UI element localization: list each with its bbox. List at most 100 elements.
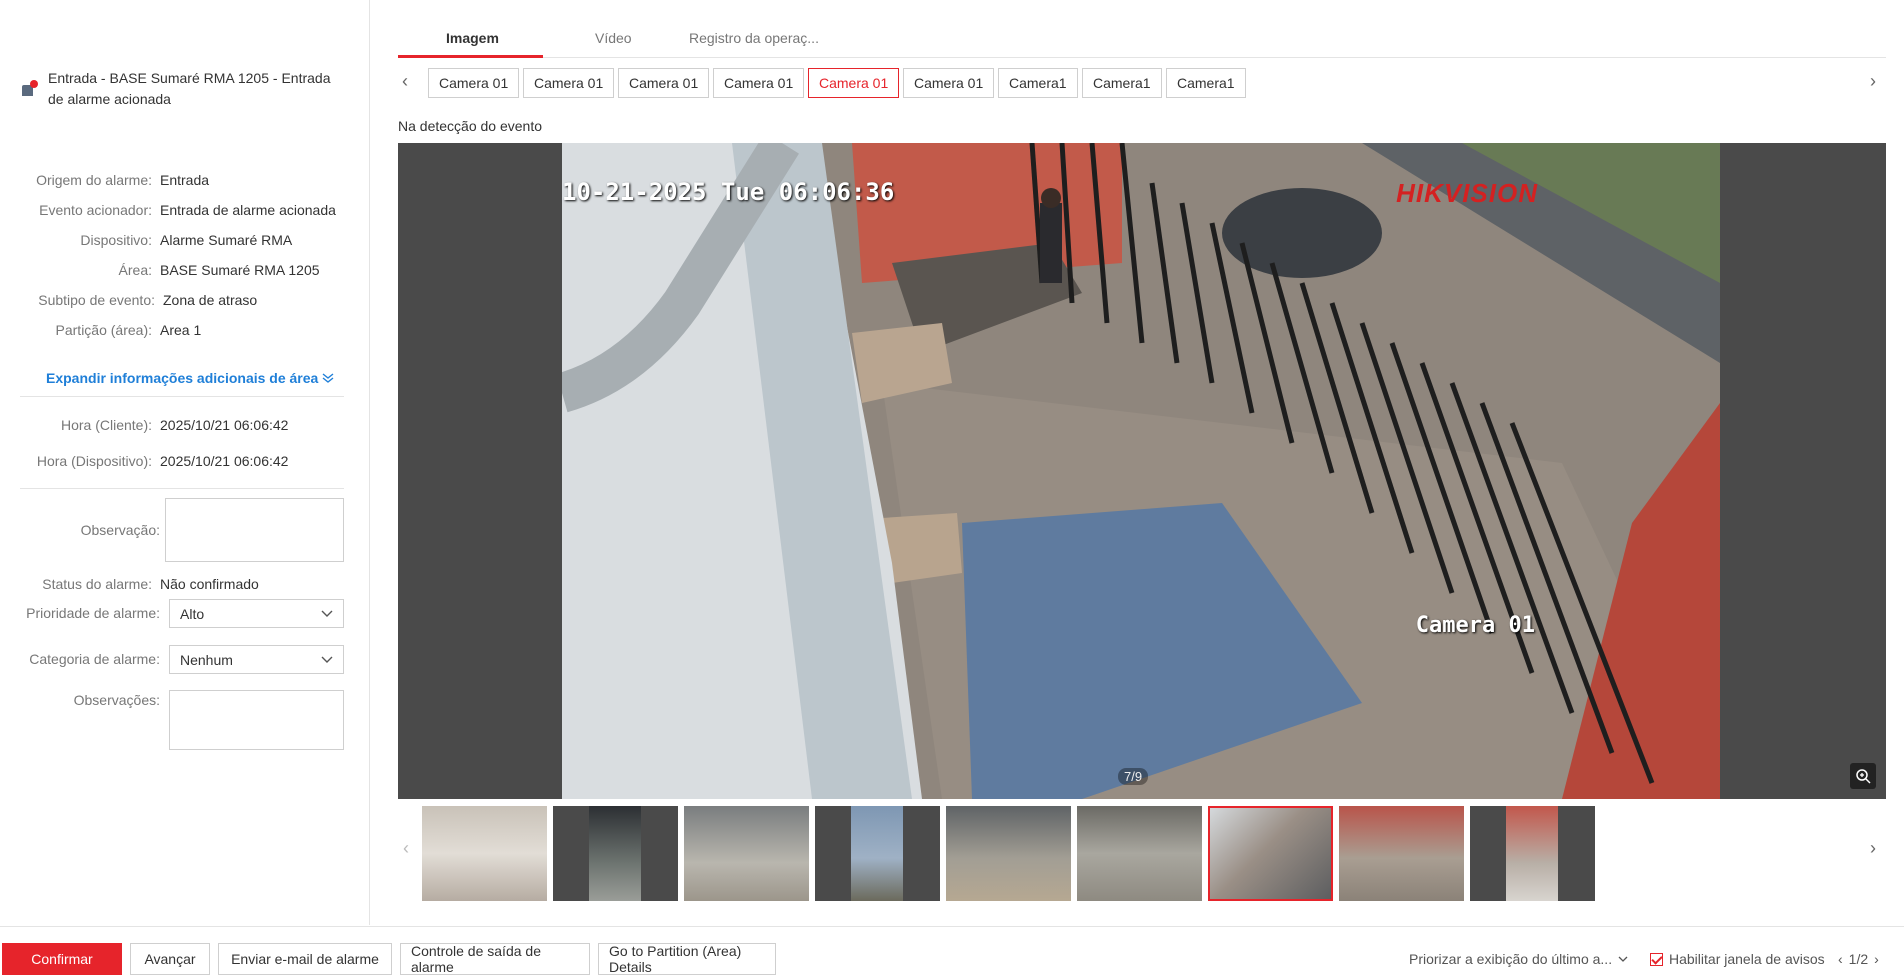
device-value: Alarme Sumaré RMA <box>160 232 293 248</box>
footer-toolbar: Confirmar Avançar Enviar e-mail de alarm… <box>0 926 1904 980</box>
divider <box>20 488 344 489</box>
subtype-row: Subtipo de evento: Zona de atraso <box>0 289 370 311</box>
client-time-value: 2025/10/21 06:06:42 <box>160 417 289 433</box>
page-indicator: 1/2 <box>1848 951 1869 967</box>
subtype-value: Zona de atraso <box>163 292 258 308</box>
tab-operation-log[interactable]: Registro da operaç... <box>689 30 819 46</box>
remarks-label: Observações: <box>73 692 160 708</box>
expand-area-info-label: Expandir informações adicionais de área <box>46 370 319 386</box>
origin-value: Entrada <box>160 172 210 188</box>
zoom-in-button[interactable] <box>1850 763 1876 789</box>
camera-button[interactable]: Camera1 <box>1082 68 1162 98</box>
osd-brand-logo: HIKVISION <box>1396 178 1538 208</box>
chevron-right-icon[interactable]: › <box>1874 951 1879 967</box>
snapshot-scene <box>562 143 1720 799</box>
observation-label: Observação: <box>80 522 160 538</box>
alarm-details-panel: Entrada - BASE Sumaré RMA 1205 - Entrada… <box>0 0 370 925</box>
status-row: Status do alarme: Não confirmado <box>0 573 370 595</box>
camera-button[interactable]: Camera1 <box>1166 68 1246 98</box>
alarm-input-icon <box>20 80 38 98</box>
alarm-title: Entrada - BASE Sumaré RMA 1205 - Entrada… <box>20 68 340 110</box>
partition-details-button[interactable]: Go to Partition (Area) Details <box>598 943 776 975</box>
client-time-row: Hora (Cliente): 2025/10/21 06:06:42 <box>0 414 370 436</box>
alarm-output-button[interactable]: Controle de saída de alarme <box>400 943 590 975</box>
device-time-row: Hora (Dispositivo): 2025/10/21 06:06:42 <box>0 450 370 472</box>
trigger-row: Evento acionador: Entrada de alarme acio… <box>0 199 370 221</box>
chevron-left-icon[interactable]: ‹ <box>403 838 409 859</box>
camera-button[interactable]: Camera1 <box>998 68 1078 98</box>
status-label: Status do alarme: <box>42 576 152 592</box>
subtype-label: Subtipo de evento: <box>38 292 155 308</box>
thumbnail-active[interactable] <box>1208 806 1333 901</box>
thumbnail[interactable] <box>1339 806 1464 901</box>
status-value: Não confirmado <box>160 576 259 592</box>
thumbnail[interactable] <box>553 806 678 901</box>
thumbnail[interactable] <box>815 806 940 901</box>
send-email-button[interactable]: Enviar e-mail de alarme <box>218 943 392 975</box>
client-time-label: Hora (Cliente): <box>60 417 152 433</box>
event-snapshot: 10-21-2025 Tue 06:06:36 HIKVISION Camera… <box>562 143 1720 799</box>
origin-row: Origem do alarme: Entrada <box>0 169 370 191</box>
thumbnail[interactable] <box>1470 806 1595 901</box>
camera-button-active[interactable]: Camera 01 <box>808 68 900 98</box>
remarks-field[interactable] <box>169 690 344 750</box>
tab-image[interactable]: Imagem <box>446 30 499 46</box>
detection-label: Na detecção do evento <box>398 118 542 134</box>
area-label: Área: <box>118 262 152 278</box>
thumbnail[interactable] <box>946 806 1071 901</box>
osd-camera-name: Camera 01 <box>1415 613 1535 638</box>
thumbnail[interactable] <box>422 806 547 901</box>
priority-select[interactable]: Alto <box>169 599 344 628</box>
pagination: ‹ 1/2 › <box>1838 951 1879 967</box>
trigger-label: Evento acionador: <box>39 202 152 218</box>
forward-button[interactable]: Avançar <box>130 943 210 975</box>
camera-selector: ‹ Camera 01 Camera 01 Camera 01 Camera 0… <box>398 68 1886 98</box>
prioritize-label: Priorizar a exibição do último a... <box>1409 951 1613 967</box>
priority-label: Prioridade de alarme: <box>26 605 160 621</box>
partition-label: Partição (área): <box>55 322 152 338</box>
device-time-label: Hora (Dispositivo): <box>36 453 152 469</box>
alarm-title-text: Entrada - BASE Sumaré RMA 1205 - Entrada… <box>48 70 331 107</box>
category-select[interactable]: Nenhum <box>169 645 344 674</box>
chevron-down-icon <box>321 656 333 663</box>
category-label: Categoria de alarme: <box>29 651 160 667</box>
device-row: Dispositivo: Alarme Sumaré RMA <box>0 229 370 251</box>
divider <box>20 396 344 397</box>
double-chevron-down-icon <box>322 373 334 383</box>
device-time-value: 2025/10/21 06:06:42 <box>160 453 289 469</box>
camera-button[interactable]: Camera 01 <box>903 68 995 98</box>
partition-row: Partição (área): Area 1 <box>0 319 370 341</box>
chevron-down-icon <box>321 610 333 617</box>
camera-button[interactable]: Camera 01 <box>428 68 520 98</box>
camera-button[interactable]: Camera 01 <box>523 68 615 98</box>
observation-field[interactable] <box>165 498 344 562</box>
checkbox-checked-icon[interactable] <box>1650 952 1663 966</box>
thumbnail[interactable] <box>684 806 809 901</box>
media-tabs: Imagem Vídeo Registro da operaç... <box>398 22 1886 58</box>
chevron-right-icon[interactable]: › <box>1870 838 1876 859</box>
confirm-button[interactable]: Confirmar <box>2 943 122 975</box>
priority-value: Alto <box>180 605 205 622</box>
chevron-left-icon[interactable]: ‹ <box>402 71 408 92</box>
device-label: Dispositivo: <box>80 232 152 248</box>
prioritize-dropdown[interactable]: Priorizar a exibição do último a... <box>1409 951 1628 967</box>
expand-area-info-link[interactable]: Expandir informações adicionais de área <box>46 370 334 386</box>
category-value: Nenhum <box>180 651 233 668</box>
active-tab-underline <box>398 55 543 58</box>
image-counter: 7/9 <box>1118 768 1149 785</box>
chevron-right-icon[interactable]: › <box>1870 71 1876 92</box>
area-value: BASE Sumaré RMA 1205 <box>160 262 320 278</box>
partition-value: Area 1 <box>160 322 202 338</box>
chevron-left-icon[interactable]: ‹ <box>1838 951 1843 967</box>
osd-timestamp: 10-21-2025 Tue 06:06:36 <box>562 178 895 206</box>
enable-popup-toggle[interactable]: Habilitar janela de avisos <box>1650 951 1825 967</box>
camera-button[interactable]: Camera 01 <box>713 68 805 98</box>
thumbnail[interactable] <box>1077 806 1202 901</box>
event-image-viewer: 10-21-2025 Tue 06:06:36 HIKVISION Camera… <box>398 143 1886 799</box>
chevron-down-icon <box>1618 956 1628 962</box>
trigger-value: Entrada de alarme acionada <box>160 202 336 218</box>
camera-button[interactable]: Camera 01 <box>618 68 710 98</box>
thumbnail-strip: ‹ › <box>398 806 1886 902</box>
area-row: Área: BASE Sumaré RMA 1205 <box>0 259 370 281</box>
tab-video[interactable]: Vídeo <box>595 30 632 46</box>
